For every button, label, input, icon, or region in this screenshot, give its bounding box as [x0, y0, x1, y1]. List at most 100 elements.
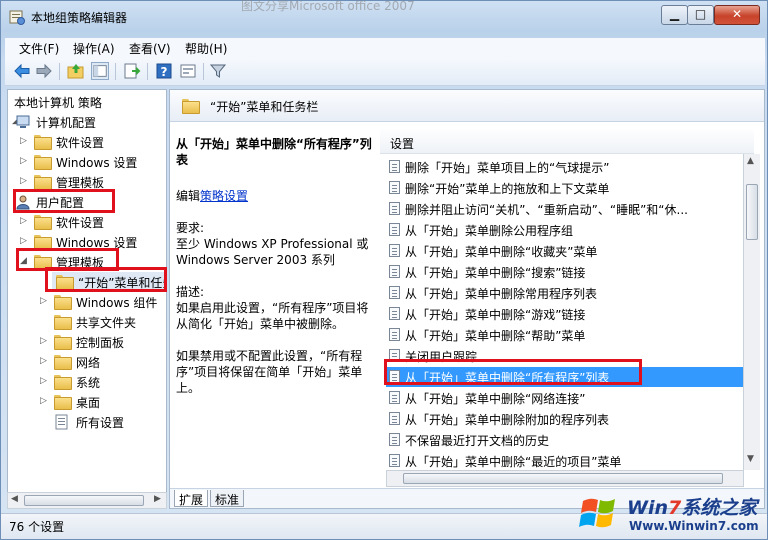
setting-row[interactable]: 从「开始」菜单中删除“游戏”链接 — [386, 304, 748, 324]
maximize-button[interactable]: □ — [687, 5, 714, 25]
tree-label: Windows 设置 — [56, 156, 138, 170]
edit-policy-link[interactable]: 策略设置 — [200, 189, 248, 203]
setting-row[interactable]: 从「开始」菜单中删除“收藏夹”菜单 — [386, 241, 748, 261]
expand-arrow-icon[interactable]: ▷ — [20, 176, 30, 186]
policy-setting-icon — [389, 391, 400, 404]
description-text: 如果启用此设置，“所有程序”项目将从简化「开始」菜单中被删除。 — [176, 301, 369, 331]
settings-vertical-scrollbar[interactable]: ▲ ▼ — [743, 154, 760, 470]
watermark: Win7系统之家 Www.Winwin7.com — [573, 489, 765, 537]
scroll-thumb[interactable] — [24, 495, 144, 506]
expand-arrow-icon[interactable]: ▷ — [20, 216, 30, 226]
properties-icon[interactable] — [179, 62, 197, 80]
setting-label: 删除「开始」菜单项目上的“气球提示” — [405, 161, 610, 175]
help-icon[interactable]: ? — [155, 62, 173, 80]
close-button[interactable]: ✕ — [714, 5, 760, 25]
folder-icon — [54, 375, 72, 390]
title-bar: 本地组策略编辑器 图文分享Microsoft office 2007 ▁ □ ✕ — [1, 0, 767, 37]
policy-setting-icon — [389, 223, 400, 236]
setting-label: 从「开始」菜单中删除“搜索”链接 — [405, 266, 586, 280]
setting-row[interactable]: 删除“开始”菜单上的拖放和上下文菜单 — [386, 178, 748, 198]
tree-label: 共享文件夹 — [76, 316, 137, 330]
scroll-thumb[interactable] — [746, 184, 758, 240]
expand-arrow-icon[interactable]: ▷ — [40, 296, 50, 306]
close-icon: ✕ — [731, 7, 743, 21]
tab-standard[interactable]: 标准 — [210, 490, 245, 507]
menu-view[interactable]: 查看(V) — [129, 40, 171, 57]
setting-row[interactable]: 从「开始」菜单中删除附加的程序列表 — [386, 409, 748, 429]
menu-file[interactable]: 文件(F) — [19, 40, 59, 57]
setting-label: 从「开始」菜单中删除“网络连接” — [405, 392, 586, 406]
expand-arrow-icon[interactable]: ▷ — [40, 336, 50, 346]
menu-action[interactable]: 操作(A) — [73, 40, 115, 57]
setting-label: 从「开始」菜单中删除“游戏”链接 — [405, 308, 586, 322]
settings-horizontal-scrollbar[interactable] — [386, 470, 744, 487]
policy-setting-icon — [389, 328, 400, 341]
setting-row[interactable]: 删除「开始」菜单项目上的“气球提示” — [386, 157, 748, 177]
watermark-brand: Win7系统之家 — [627, 497, 758, 519]
folder-icon — [34, 235, 52, 250]
back-arrow-icon[interactable] — [13, 62, 31, 80]
highlight-remove-all-programs — [384, 359, 642, 385]
policy-setting-icon — [389, 412, 400, 425]
edit-prefix: 编辑 — [176, 189, 201, 203]
all-settings-icon — [55, 414, 68, 430]
computer-icon — [16, 115, 30, 128]
folder-icon — [34, 175, 52, 190]
description-text-disabled: 如果禁用或不配置此设置，“所有程序”项目将保留在简单「开始」菜单上。 — [176, 349, 363, 395]
expand-arrow-icon[interactable]: ▷ — [20, 156, 30, 166]
details-header: “开始”菜单和任务栏 — [170, 90, 764, 122]
policy-setting-icon — [389, 160, 400, 173]
setting-row[interactable]: 从「开始」菜单中删除“搜索”链接 — [386, 262, 748, 282]
tree-label: 桌面 — [76, 396, 101, 410]
up-folder-icon[interactable] — [67, 62, 85, 80]
expand-arrow-icon[interactable]: ▷ — [20, 136, 30, 146]
expand-arrow-icon[interactable]: ▷ — [40, 376, 50, 386]
tree-label: 所有设置 — [76, 416, 125, 430]
policy-setting-icon — [389, 433, 400, 446]
highlight-user-config — [13, 189, 115, 213]
tree-label: 网络 — [76, 356, 101, 370]
folder-icon — [54, 355, 72, 370]
scroll-up-icon[interactable]: ▲ — [747, 156, 754, 166]
folder-icon — [34, 215, 52, 230]
filter-icon[interactable] — [209, 62, 227, 80]
forward-arrow-icon[interactable] — [35, 62, 53, 80]
setting-row[interactable]: 从「开始」菜单中删除常用程序列表 — [386, 283, 748, 303]
requirement-label: 要求: — [176, 221, 205, 235]
export-list-icon[interactable] — [123, 62, 141, 80]
column-header-label: 设置 — [390, 137, 415, 151]
navigation-tree: 本地计算机 策略 ◢ 计算机配置 ▷ 软件设置 ▷ Windows 设置 ▷ 管… — [7, 89, 167, 509]
menu-bar: 文件(F) 操作(A) 查看(V) 帮助(H) — [5, 38, 765, 58]
tree-label: 本地计算机 策略 — [14, 96, 102, 110]
folder-icon — [182, 99, 200, 114]
tree-label: 软件设置 — [56, 216, 105, 230]
window-title: 本地组策略编辑器 — [31, 11, 128, 25]
scroll-left-icon[interactable]: ◀ — [11, 494, 18, 504]
expand-arrow-icon[interactable]: ▷ — [40, 356, 50, 366]
tab-extended[interactable]: 扩展 — [174, 490, 209, 507]
settings-count: 76 个设置 — [9, 520, 65, 534]
setting-label: 删除并阻止访问“关机”、“重新启动”、“睡眠”和“休... — [405, 203, 688, 217]
setting-row[interactable]: 不保留最近打开文档的历史 — [386, 430, 748, 450]
policy-setting-icon — [389, 286, 400, 299]
show-hide-tree-icon[interactable] — [91, 62, 109, 80]
scroll-down-icon[interactable]: ▼ — [747, 454, 754, 464]
expand-arrow-icon[interactable]: ▷ — [40, 396, 50, 406]
setting-label: 从「开始」菜单中删除“最近的项目”菜单 — [405, 455, 622, 469]
menu-help[interactable]: 帮助(H) — [185, 40, 227, 57]
scroll-right-icon[interactable]: ▶ — [154, 494, 161, 504]
setting-row[interactable]: 删除并阻止访问“关机”、“重新启动”、“睡眠”和“休... — [386, 199, 748, 219]
policy-title: 从「开始」菜单中删除“所有程序”列表 — [176, 137, 372, 167]
current-folder-title: “开始”菜单和任务栏 — [210, 100, 319, 114]
expand-arrow-icon[interactable]: ▷ — [20, 236, 30, 246]
column-header-settings[interactable]: 设置 — [380, 130, 754, 154]
minimize-button[interactable]: ▁ — [661, 5, 688, 25]
tree-label: 系统 — [76, 376, 101, 390]
setting-row[interactable]: 从「开始」菜单中删除“网络连接” — [386, 388, 748, 408]
scroll-thumb[interactable] — [403, 473, 723, 484]
setting-row[interactable]: 从「开始」菜单中删除“最近的项目”菜单 — [386, 451, 748, 471]
tree-horizontal-scrollbar[interactable]: ◀ ▶ — [7, 492, 167, 509]
tree-label: 计算机配置 — [36, 116, 97, 130]
setting-row[interactable]: 从「开始」菜单删除公用程序组 — [386, 220, 748, 240]
setting-row[interactable]: 从「开始」菜单中删除“帮助”菜单 — [386, 325, 748, 345]
